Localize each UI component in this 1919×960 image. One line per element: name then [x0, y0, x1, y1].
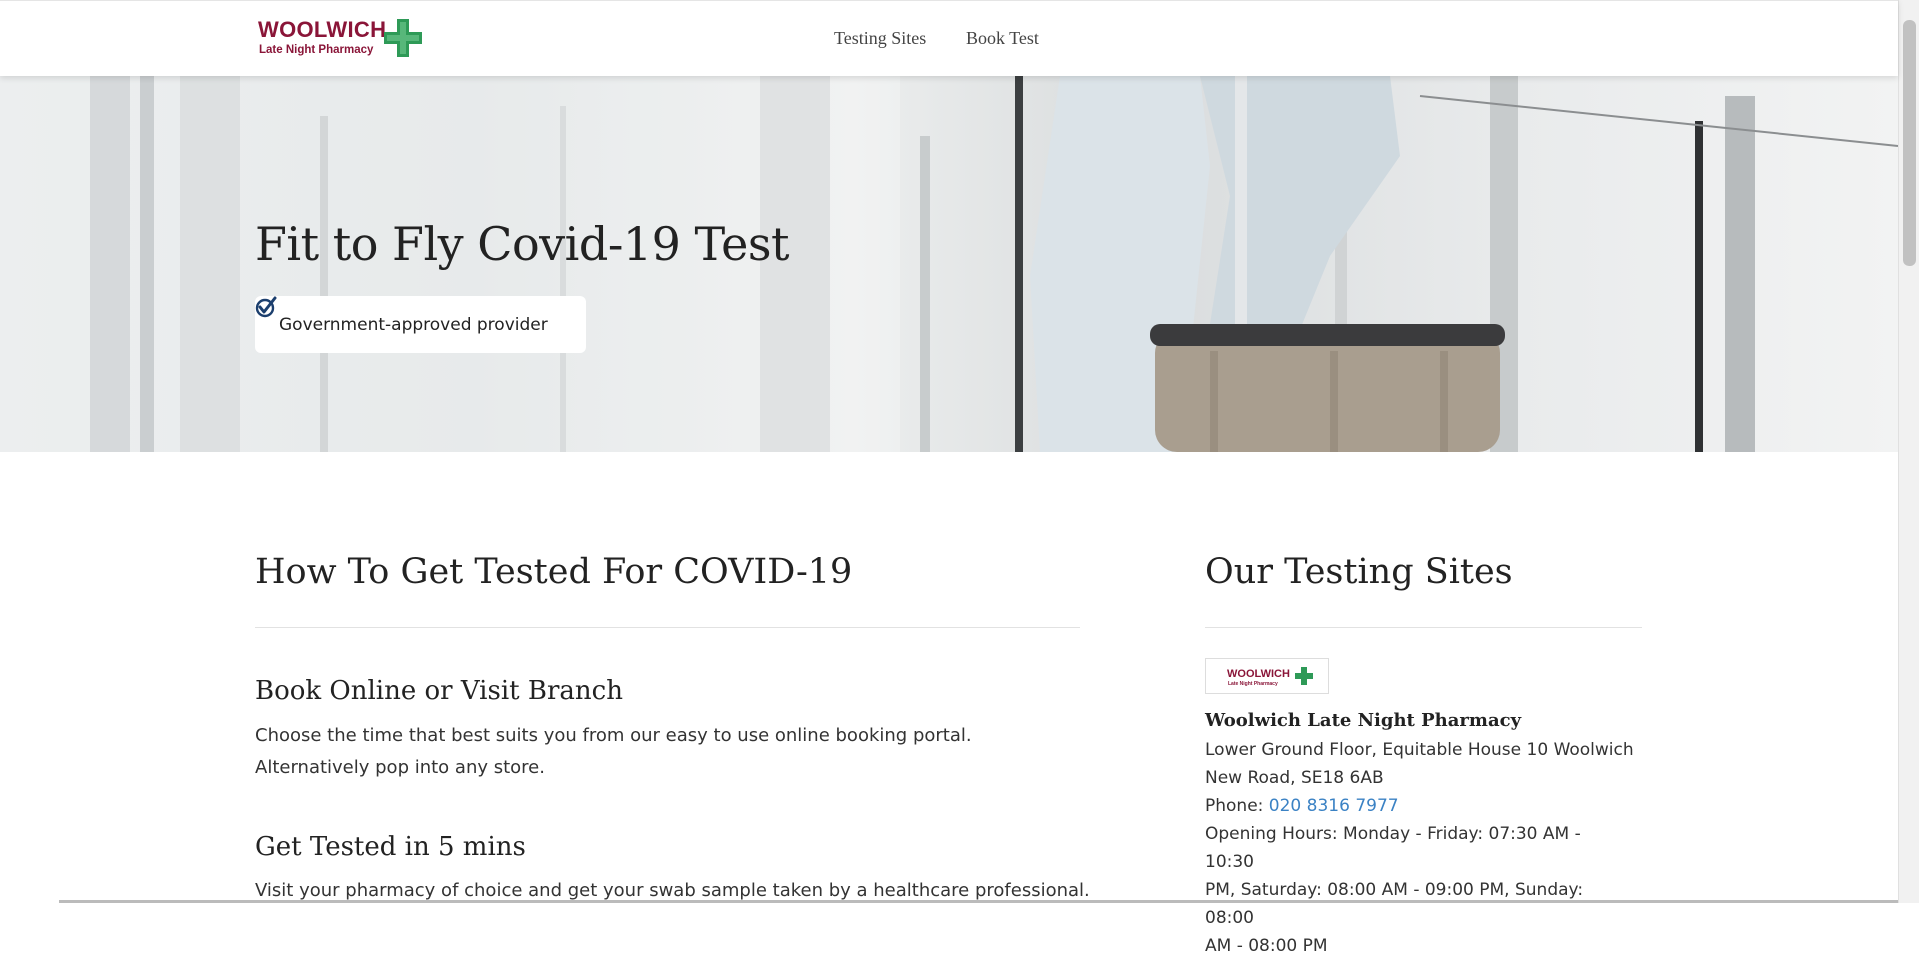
opening-hours: PM, Saturday: 08:00 AM - 09:00 PM, Sunda…: [1205, 880, 1584, 928]
how-to-heading: How To Get Tested For COVID-19: [255, 552, 853, 592]
hero-title: Fit to Fly Covid-19 Test: [255, 217, 789, 271]
green-cross-icon: [1295, 667, 1313, 685]
testing-sites-heading: Our Testing Sites: [1205, 552, 1513, 592]
logo-name: WOOLWICH: [258, 17, 387, 42]
step-text: Alternatively pop into any store.: [255, 757, 545, 778]
site-logo-name: WOOLWICH: [1227, 668, 1290, 680]
green-cross-icon: [384, 19, 422, 57]
site-logo-tagline: Late Night Pharmacy: [1228, 681, 1278, 687]
hero-banner: Fit to Fly Covid-19 Test Government-appr…: [0, 76, 1898, 452]
phone-label: Phone:: [1205, 796, 1264, 816]
phone-link[interactable]: 020 8316 7977: [1269, 796, 1399, 816]
step-title: Book Online or Visit Branch: [255, 676, 623, 706]
site-header: WOOLWICH Late Night Pharmacy Testing Sit…: [0, 0, 1898, 76]
nav-book-test[interactable]: Book Test: [966, 28, 1039, 49]
checkmark-circle-icon: [255, 296, 277, 318]
how-to-divider: [255, 627, 1080, 628]
site-details: Lower Ground Floor, Equitable House 10 W…: [1205, 736, 1635, 960]
site-address: New Road, SE18 6AB: [1205, 768, 1384, 788]
government-approved-badge: Government-approved provider: [255, 296, 586, 353]
site-logo: WOOLWICH Late Night Pharmacy: [1205, 658, 1329, 694]
pharmacy-logo[interactable]: WOOLWICH Late Night Pharmacy: [258, 17, 424, 61]
nav-testing-sites[interactable]: Testing Sites: [834, 28, 926, 49]
logo-tagline: Late Night Pharmacy: [259, 44, 374, 56]
site-phone-row: Phone: 020 8316 7977: [1205, 792, 1635, 820]
site-address: Lower Ground Floor, Equitable House 10 W…: [1205, 740, 1634, 760]
page-scrollbar[interactable]: [1898, 0, 1919, 903]
opening-hours: Opening Hours: Monday - Friday: 07:30 AM…: [1205, 824, 1581, 872]
testing-sites-divider: [1205, 627, 1642, 628]
badge-text: Government-approved provider: [279, 314, 548, 335]
scrollbar-thumb[interactable]: [1903, 20, 1916, 266]
site-name: Woolwich Late Night Pharmacy: [1205, 710, 1522, 731]
step-title: Get Tested in 5 mins: [255, 832, 526, 862]
opening-hours: AM - 08:00 PM: [1205, 936, 1328, 956]
step-text: Choose the time that best suits you from…: [255, 725, 972, 746]
